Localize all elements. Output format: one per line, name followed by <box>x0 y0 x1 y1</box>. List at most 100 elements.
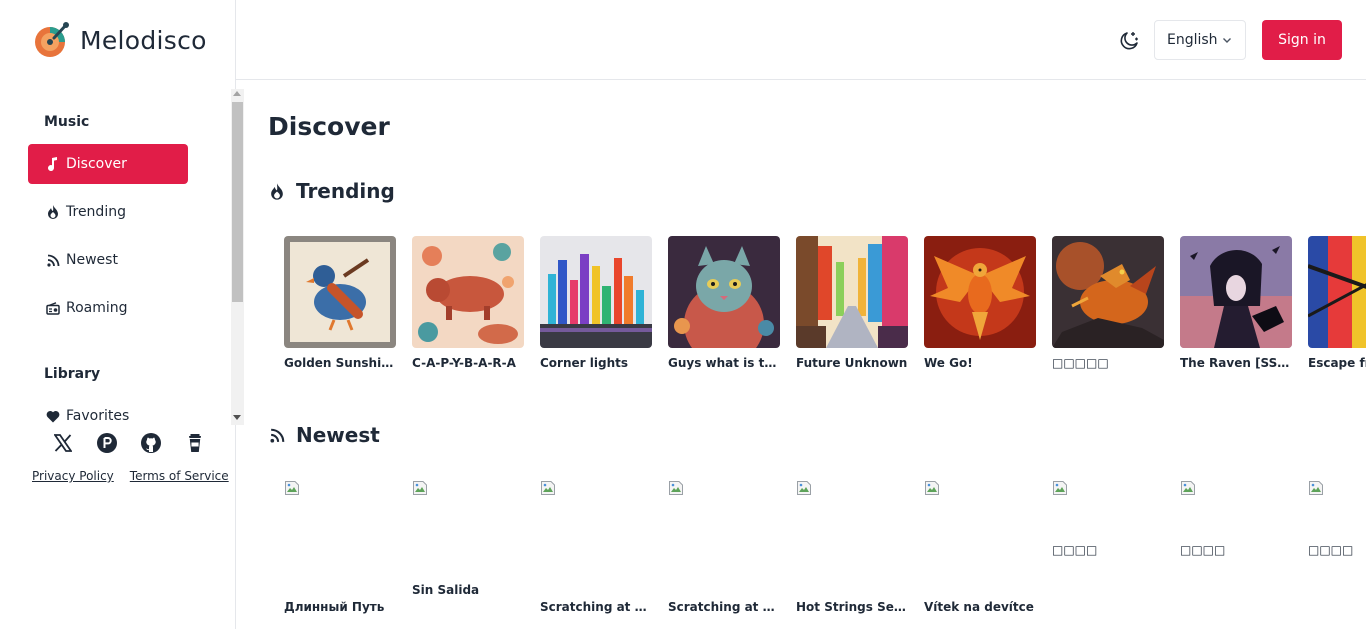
song-title: Длинный Путь <box>284 600 385 614</box>
trending-section-title: Trending <box>268 179 395 203</box>
song-card[interactable]: □□□□ <box>1052 480 1164 620</box>
sidebar-item-label: Discover <box>66 156 127 172</box>
song-title: C-A-P-Y-B-A-R-A <box>412 356 516 370</box>
product-hunt-icon[interactable] <box>96 432 118 454</box>
coffee-cup-icon[interactable] <box>184 432 206 454</box>
main-content: Discover Trending Golden Sunshine C-A-P-… <box>236 80 1366 629</box>
flame-icon <box>268 182 286 200</box>
song-title: Escape from <box>1308 356 1366 370</box>
sidebar: Melodisco Music Discover Trending Newest <box>0 0 244 629</box>
sign-in-button[interactable]: Sign in <box>1262 20 1342 60</box>
broken-image-icon <box>797 481 811 495</box>
song-card[interactable]: C-A-P-Y-B-A-R-A <box>412 236 524 370</box>
sidebar-item-favorites[interactable]: Favorites <box>28 396 188 425</box>
broken-image-icon <box>541 481 555 495</box>
song-cover[interactable] <box>1180 236 1292 348</box>
song-title: We Go! <box>924 356 973 370</box>
privacy-policy-link[interactable]: Privacy Policy <box>32 469 114 483</box>
song-title: Sin Salida <box>412 583 480 597</box>
radio-icon <box>46 301 60 315</box>
song-card[interactable]: Hot Strings Session <box>796 480 908 620</box>
github-icon[interactable] <box>140 432 162 454</box>
language-value: English <box>1167 32 1218 48</box>
broken-image-icon <box>1181 481 1195 495</box>
song-card[interactable]: Guys what is this <box>668 236 780 370</box>
song-cover[interactable] <box>284 236 396 348</box>
song-card[interactable]: Scratching at the <box>540 480 652 620</box>
song-card[interactable]: Corner lights <box>540 236 652 370</box>
social-links <box>52 432 206 454</box>
song-title: Corner lights <box>540 356 628 370</box>
section-title-text: Newest <box>296 423 380 447</box>
song-card[interactable]: Vítek na devítce <box>924 480 1036 620</box>
trending-row: Golden Sunshine C-A-P-Y-B-A-R-A Corner l… <box>284 236 1366 370</box>
song-title: Scratching at the <box>540 600 652 614</box>
song-card[interactable]: □□□□ <box>1308 480 1366 620</box>
broken-image-icon <box>285 481 299 495</box>
song-card[interactable]: Длинный Путь <box>284 480 396 620</box>
song-title: Vítek na devítce <box>924 600 1034 614</box>
song-title: □□□□ <box>1308 543 1354 557</box>
rss-icon <box>46 253 60 267</box>
brand[interactable]: Melodisco <box>32 20 207 60</box>
sidebar-item-discover[interactable]: Discover <box>28 144 188 184</box>
broken-image-icon <box>413 481 427 495</box>
broken-image-icon <box>1053 481 1067 495</box>
song-title: □□□□ <box>1052 543 1098 557</box>
sidebar-item-roaming[interactable]: Roaming <box>28 288 188 328</box>
flame-icon <box>46 205 60 219</box>
section-music-title: Music <box>44 114 90 130</box>
song-card[interactable]: Sin Salida <box>412 480 524 620</box>
app-name: Melodisco <box>80 25 207 55</box>
broken-image-icon <box>669 481 683 495</box>
song-card[interactable]: The Raven [SSR] <box>1180 236 1292 370</box>
chevron-down-icon <box>1222 38 1231 43</box>
song-cover[interactable] <box>540 236 652 348</box>
song-card[interactable]: □□□□ <box>1180 480 1292 620</box>
song-card[interactable]: Future Unknown <box>796 236 908 370</box>
song-title: The Raven [SSR] <box>1180 356 1292 370</box>
song-cover[interactable] <box>1308 236 1366 348</box>
newest-section-title: Newest <box>268 423 380 447</box>
song-card[interactable]: Golden Sunshine <box>284 236 396 370</box>
music-note-icon <box>46 157 60 171</box>
song-title: Guys what is this <box>668 356 780 370</box>
heart-icon <box>46 409 60 423</box>
newest-row: Длинный Путь Sin Salida Scratching at th… <box>284 480 1366 620</box>
broken-image-icon <box>925 481 939 495</box>
song-cover[interactable] <box>668 236 780 348</box>
moon-stars-icon[interactable] <box>1116 28 1142 54</box>
sidebar-item-label: Favorites <box>66 408 130 424</box>
song-title: Hot Strings Session <box>796 600 908 614</box>
x-icon[interactable] <box>52 432 74 454</box>
song-title: □□□□ <box>1180 543 1226 557</box>
footer-links: Privacy Policy Terms of Service <box>32 469 229 483</box>
song-title: Future Unknown <box>796 356 908 370</box>
sidebar-item-newest[interactable]: Newest <box>28 240 188 280</box>
page-title: Discover <box>268 112 390 141</box>
song-cover[interactable] <box>796 236 908 348</box>
sidebar-item-trending[interactable]: Trending <box>28 192 188 232</box>
logo-icon <box>35 22 69 57</box>
rss-icon <box>268 426 286 444</box>
song-card[interactable]: Escape from <box>1308 236 1366 370</box>
sidebar-nav: Music Discover Trending Newest Roaming L… <box>0 89 236 425</box>
song-title: Scratching at the <box>668 600 780 614</box>
broken-image-icon <box>1309 481 1323 495</box>
song-title: □□□□□ <box>1052 356 1109 370</box>
section-library-title: Library <box>44 366 101 382</box>
song-card[interactable]: Scratching at the <box>668 480 780 620</box>
song-cover[interactable] <box>924 236 1036 348</box>
song-cover[interactable] <box>1052 236 1164 348</box>
sidebar-item-label: Roaming <box>66 300 128 316</box>
sidebar-item-label: Newest <box>66 252 118 268</box>
song-cover[interactable] <box>412 236 524 348</box>
section-title-text: Trending <box>296 179 395 203</box>
song-card[interactable]: We Go! <box>924 236 1036 370</box>
language-select[interactable]: English <box>1154 20 1246 60</box>
song-card[interactable]: □□□□□ <box>1052 236 1164 370</box>
top-header: English Sign in <box>236 0 1366 80</box>
terms-of-service-link[interactable]: Terms of Service <box>130 469 229 483</box>
sidebar-item-label: Trending <box>66 204 126 220</box>
song-title: Golden Sunshine <box>284 356 396 370</box>
